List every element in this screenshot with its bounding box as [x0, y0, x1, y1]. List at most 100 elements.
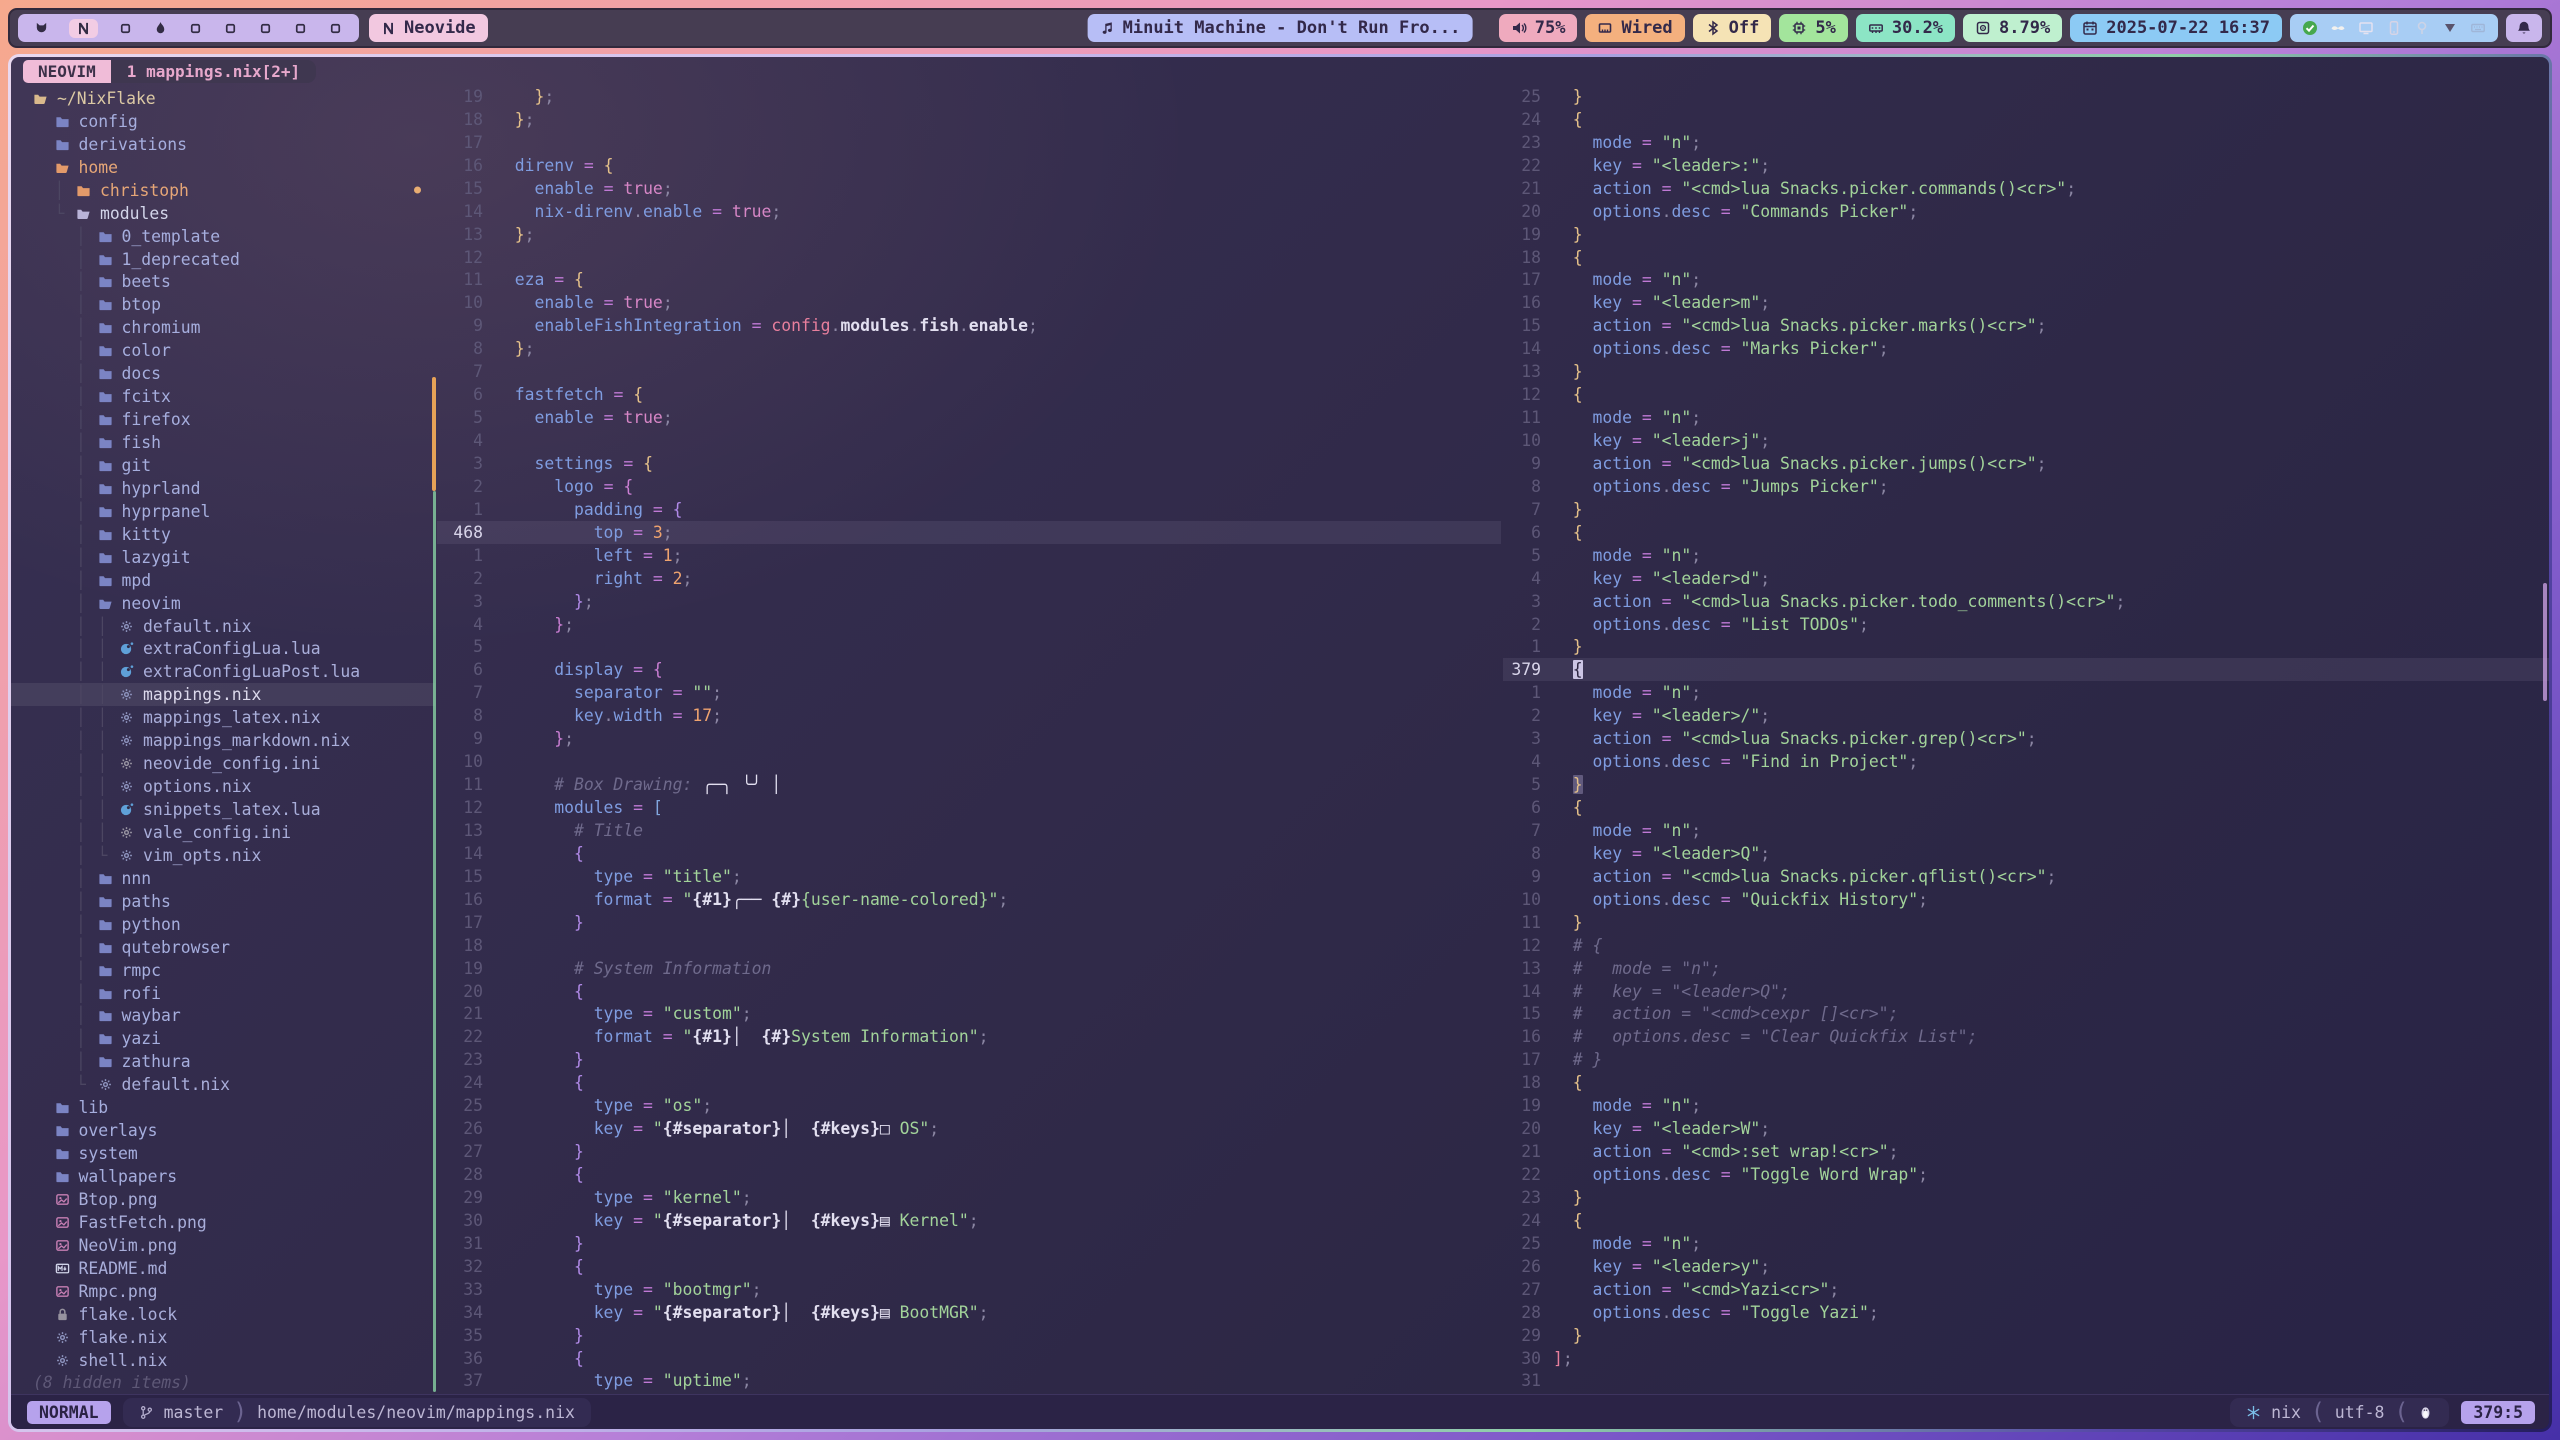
- code-line: 2 logo = {: [437, 475, 1501, 498]
- tree-item-flake.lock[interactable]: flake.lock: [33, 1303, 435, 1326]
- tree-item-mappings.nix[interactable]: ││mappings.nix: [11, 683, 435, 706]
- workspace-5[interactable]: [188, 21, 203, 36]
- workspace-4[interactable]: [153, 21, 168, 36]
- workspace-3[interactable]: [118, 21, 133, 36]
- line-number: 12: [1503, 936, 1541, 955]
- keyboard-icon[interactable]: [2470, 20, 2486, 36]
- tree-item-overlays[interactable]: overlays: [33, 1119, 435, 1142]
- tree-item-qutebrowser[interactable]: │qutebrowser: [33, 936, 435, 959]
- tree-item-python[interactable]: │python: [33, 913, 435, 936]
- tree-item-1_deprecated[interactable]: │1_deprecated: [33, 248, 435, 271]
- monitor-icon[interactable]: [2358, 20, 2374, 36]
- tree-item-default.nix[interactable]: ││default.nix: [33, 615, 435, 638]
- tree-item-btop.png[interactable]: Btop.png: [33, 1188, 435, 1211]
- pin-icon[interactable]: [2414, 20, 2430, 36]
- code-pane-left[interactable]: 19 };18 };1716 direnv = {15 enable = tru…: [435, 85, 1501, 1394]
- tree-item-color[interactable]: │color: [33, 339, 435, 362]
- cpu-widget[interactable]: 5%: [1779, 14, 1847, 42]
- notifications-button[interactable]: [2506, 14, 2542, 42]
- tree-item-firefox[interactable]: │firefox: [33, 408, 435, 431]
- bluetooth-widget[interactable]: Off: [1693, 14, 1772, 42]
- tree-item-label: vale_config.ini: [143, 823, 291, 842]
- tree-item-paths[interactable]: │paths: [33, 890, 435, 913]
- tree-item-beets[interactable]: │beets: [33, 271, 435, 294]
- tree-item-rmpc[interactable]: │rmpc: [33, 959, 435, 982]
- tree-item-yazi[interactable]: │yazi: [33, 1027, 435, 1050]
- tree-item-waybar[interactable]: │waybar: [33, 1005, 435, 1028]
- tree-item-rmpc.png[interactable]: Rmpc.png: [33, 1280, 435, 1303]
- line-number: 15: [437, 867, 483, 886]
- tree-item-snippets_latex.lua[interactable]: ││snippets_latex.lua: [33, 798, 435, 821]
- tree-item-christoph[interactable]: │christoph: [33, 179, 435, 202]
- triangle-icon[interactable]: [2442, 20, 2458, 36]
- tree-item-rofi[interactable]: │rofi: [33, 982, 435, 1005]
- tree-item-nnn[interactable]: │nnn: [33, 867, 435, 890]
- tree-item-neovim[interactable]: │neovim: [33, 592, 435, 615]
- line-number: 31: [1503, 1371, 1541, 1390]
- tree-item-8hiddenitems[interactable]: (8 hidden items): [33, 1372, 435, 1395]
- tree-item-lib[interactable]: lib: [33, 1096, 435, 1119]
- mustache-icon[interactable]: [2330, 20, 2346, 36]
- tree-item-kitty[interactable]: │kitty: [33, 523, 435, 546]
- code-line: 10 enable = true;: [437, 291, 1501, 314]
- tree-item-system[interactable]: system: [33, 1142, 435, 1165]
- workspace-2-active[interactable]: [69, 19, 98, 38]
- tree-item-readme.md[interactable]: README.md: [33, 1257, 435, 1280]
- tree-item-0_template[interactable]: │0_template: [33, 225, 435, 248]
- tree-item-options.nix[interactable]: ││options.nix: [33, 775, 435, 798]
- memory-widget[interactable]: 30.2%: [1856, 14, 1955, 42]
- tree-item-extraconfigluapost.lua[interactable]: ││extraConfigLuaPost.lua: [33, 660, 435, 683]
- tree-item-mappings_latex.nix[interactable]: ││mappings_latex.nix: [33, 706, 435, 729]
- tree-item-wallpapers[interactable]: wallpapers: [33, 1165, 435, 1188]
- indent-guide: [55, 984, 77, 1003]
- tree-item-vim_opts.nix[interactable]: │└vim_opts.nix: [33, 844, 435, 867]
- tree-item-config[interactable]: config: [33, 110, 435, 133]
- tree-item-zathura[interactable]: │zathura: [33, 1050, 435, 1073]
- music-widget[interactable]: Minuit Machine - Don't Run Fro...: [1088, 14, 1473, 42]
- tree-item-lazygit[interactable]: │lazygit: [33, 546, 435, 569]
- scrollbar-thumb[interactable]: [2543, 583, 2547, 701]
- tab-mappings-nix[interactable]: 1 mappings.nix[2+]: [111, 60, 316, 83]
- workspace-1[interactable]: [34, 21, 49, 36]
- tree-item-mappings_markdown.nix[interactable]: ││mappings_markdown.nix: [33, 729, 435, 752]
- workspace-6[interactable]: [223, 21, 238, 36]
- tree-item-fish[interactable]: │fish: [33, 431, 435, 454]
- tree-item-flake.nix[interactable]: flake.nix: [33, 1326, 435, 1349]
- tree-item-home[interactable]: home: [33, 156, 435, 179]
- tree-item-git[interactable]: │git: [33, 454, 435, 477]
- workspace-9[interactable]: [328, 21, 343, 36]
- tree-item-derivations[interactable]: derivations: [33, 133, 435, 156]
- tree-item-neovide_config.ini[interactable]: ││neovide_config.ini: [33, 752, 435, 775]
- tree-item-modules[interactable]: └modules: [33, 202, 435, 225]
- square-icon: [118, 21, 133, 36]
- tree-item-fastfetch.png[interactable]: FastFetch.png: [33, 1211, 435, 1234]
- tree-item-default.nix[interactable]: └default.nix: [33, 1073, 435, 1096]
- tree-item-hyprpanel[interactable]: │hyprpanel: [33, 500, 435, 523]
- tree-item-vale_config.ini[interactable]: ││vale_config.ini: [33, 821, 435, 844]
- clock-widget[interactable]: 2025-07-22 16:37: [2070, 14, 2282, 42]
- phone-icon[interactable]: [2386, 20, 2402, 36]
- tree-item-mpd[interactable]: │mpd: [33, 569, 435, 592]
- tree-item-btop[interactable]: │btop: [33, 293, 435, 316]
- tree-item-extraconfiglua.lua[interactable]: ││extraConfigLua.lua: [33, 638, 435, 661]
- line-number: 14: [1503, 982, 1541, 1001]
- tree-item-hyprland[interactable]: │hyprland: [33, 477, 435, 500]
- network-widget[interactable]: Wired: [1585, 14, 1684, 42]
- tree-item-shell.nix[interactable]: shell.nix: [33, 1349, 435, 1372]
- tree-item-fcitx[interactable]: │fcitx: [33, 385, 435, 408]
- volume-widget[interactable]: 75%: [1499, 14, 1578, 42]
- code-text: {: [1553, 1211, 1583, 1230]
- code-line: 468 top = 3;: [437, 521, 1501, 544]
- indent-guide: [33, 1121, 55, 1140]
- tree-item-nixflake[interactable]: ~/NixFlake: [33, 87, 435, 110]
- tree-item-neovim.png[interactable]: NeoVim.png: [33, 1234, 435, 1257]
- workspace-7[interactable]: [258, 21, 273, 36]
- tree-item-label: flake.nix: [79, 1328, 168, 1347]
- tree-item-docs[interactable]: │docs: [33, 362, 435, 385]
- tree-item-label: hyprland: [122, 479, 201, 498]
- workspace-8[interactable]: [293, 21, 308, 36]
- code-pane-right[interactable]: 25 }24 {23 mode = "n";22 key = "<leader>…: [1501, 85, 2549, 1394]
- check-circle-icon[interactable]: [2302, 20, 2318, 36]
- tree-item-chromium[interactable]: │chromium: [33, 316, 435, 339]
- disk-widget[interactable]: 8.79%: [1963, 14, 2062, 42]
